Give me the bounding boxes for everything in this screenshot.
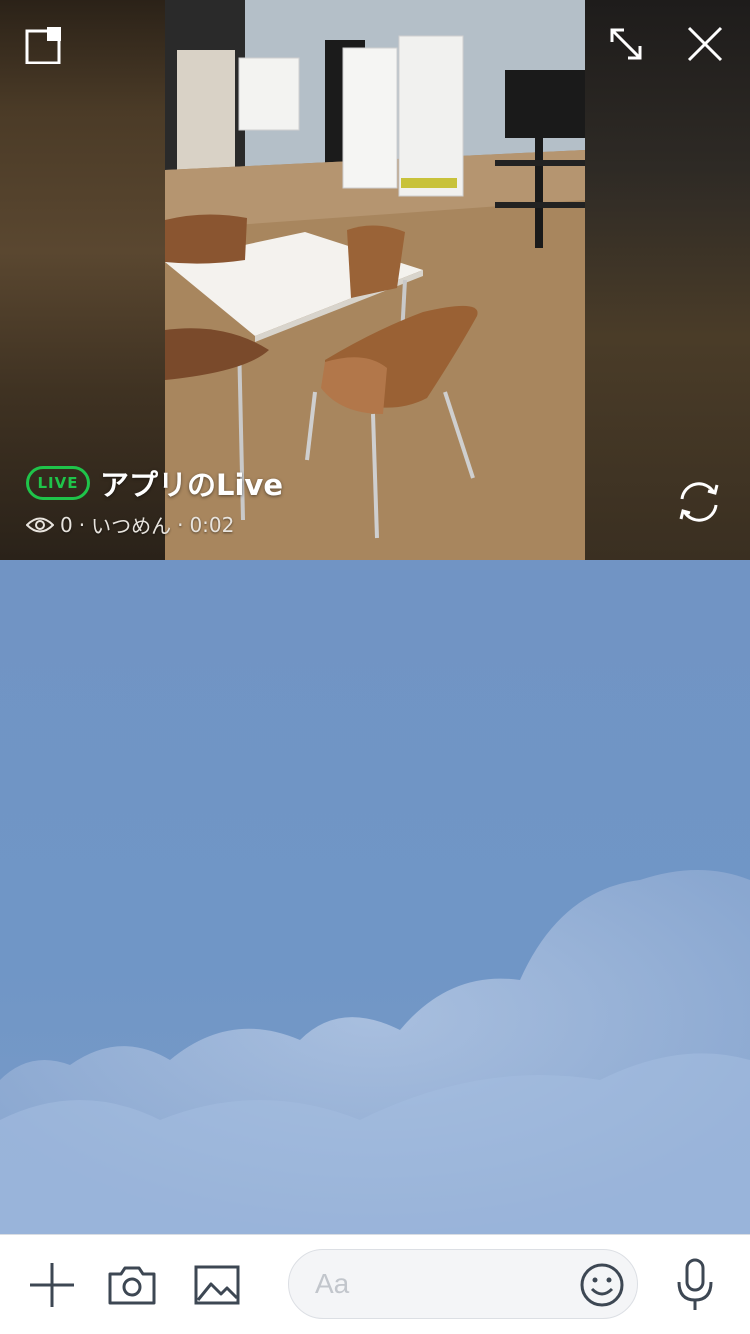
switch-camera-button[interactable]	[674, 477, 724, 527]
image-button[interactable]	[192, 1261, 242, 1309]
close-button[interactable]	[683, 22, 727, 66]
microphone-icon	[677, 1258, 713, 1310]
message-input[interactable]	[315, 1250, 565, 1318]
meta-separator: ·	[78, 512, 86, 537]
video-blur-right	[585, 0, 750, 560]
expand-button[interactable]	[604, 22, 648, 66]
live-title: アプリのLive	[100, 468, 283, 502]
expand-icon	[610, 28, 642, 60]
camera-button[interactable]	[106, 1261, 158, 1309]
plus-icon	[30, 1263, 74, 1307]
message-input-bar	[0, 1234, 750, 1334]
picture-in-picture-icon	[25, 27, 61, 64]
live-title-row: LIVE アプリのLive	[26, 462, 283, 504]
viewer-count: 0	[60, 512, 73, 537]
switch-camera-icon	[679, 482, 719, 522]
picture-in-picture-button[interactable]	[22, 22, 66, 66]
emoji-button[interactable]	[579, 1262, 625, 1308]
add-content-button[interactable]	[28, 1261, 76, 1309]
eye-icon	[26, 516, 54, 534]
message-field[interactable]	[288, 1249, 638, 1319]
live-info: LIVE アプリのLive 0 · いつめん · 0:02	[26, 462, 283, 539]
image-icon	[194, 1265, 240, 1305]
live-video-panel[interactable]: LIVE アプリのLive 0 · いつめん · 0:02	[0, 0, 750, 560]
meta-separator: ·	[177, 512, 184, 537]
camera-icon	[108, 1266, 156, 1305]
close-icon	[687, 26, 723, 62]
emoji-icon	[580, 1263, 624, 1307]
chat-background[interactable]	[0, 560, 750, 1234]
cloud-background	[0, 870, 750, 1234]
live-host: いつめん	[91, 514, 172, 538]
live-badge: LIVE	[26, 466, 90, 500]
live-elapsed-time: 0:02	[189, 512, 235, 537]
microphone-button[interactable]	[672, 1257, 718, 1313]
live-meta: 0 · いつめん · 0:02	[26, 510, 283, 539]
